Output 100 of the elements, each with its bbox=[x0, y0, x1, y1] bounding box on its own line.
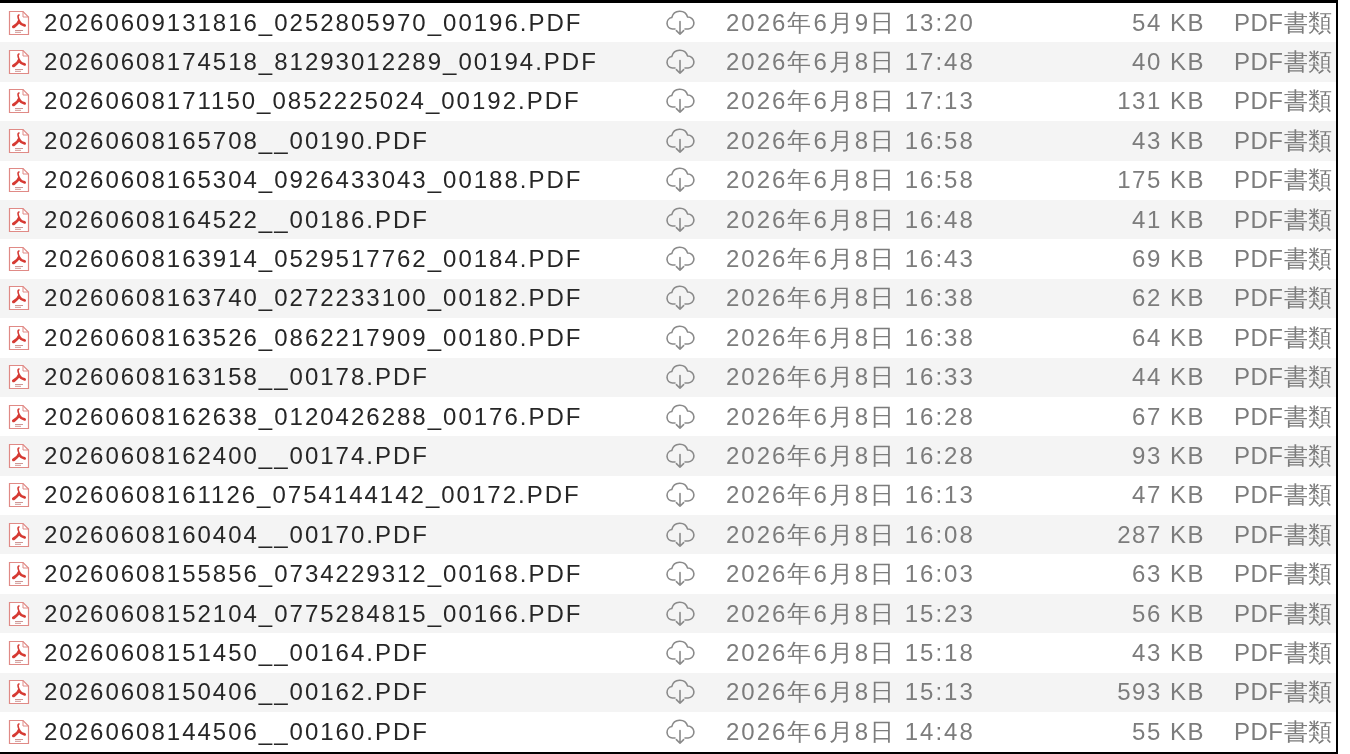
file-size: 44 KB bbox=[1132, 363, 1205, 392]
file-name: 20260608151450__00164.PDF bbox=[44, 638, 430, 667]
cloud-download-icon[interactable] bbox=[664, 324, 696, 351]
pdf-document-icon bbox=[8, 49, 30, 76]
file-size: 62 KB bbox=[1132, 284, 1205, 313]
file-name: 20260608163158__00178.PDF bbox=[44, 363, 430, 392]
cloud-download-icon[interactable] bbox=[664, 49, 696, 76]
file-name: 20260608162638_0120426288_00176.PDF bbox=[44, 402, 584, 431]
modified-date: 2026年6月8日 15:18 bbox=[726, 638, 976, 667]
file-name: 20260608165708__00190.PDF bbox=[44, 126, 430, 155]
file-name: 20260608161126_0754144142_00172.PDF bbox=[44, 481, 582, 510]
pdf-document-icon bbox=[8, 679, 30, 706]
file-size: 175 KB bbox=[1117, 166, 1205, 195]
pdf-document-icon bbox=[8, 324, 30, 351]
file-size: 593 KB bbox=[1117, 678, 1205, 707]
file-name: 20260608152104_0775284815_00166.PDF bbox=[44, 599, 584, 628]
pdf-document-icon bbox=[8, 88, 30, 115]
modified-date: 2026年6月8日 17:13 bbox=[726, 87, 976, 116]
modified-date: 2026年6月8日 16:48 bbox=[726, 205, 976, 234]
file-size: 93 KB bbox=[1132, 442, 1205, 470]
file-kind: PDF書類 bbox=[1234, 442, 1333, 470]
modified-date: 2026年6月8日 17:48 bbox=[726, 48, 976, 77]
pdf-document-icon bbox=[8, 482, 30, 509]
pdf-document-icon bbox=[8, 127, 30, 154]
pdf-document-icon bbox=[8, 561, 30, 588]
cloud-download-icon[interactable] bbox=[664, 364, 696, 391]
cloud-download-icon[interactable] bbox=[664, 206, 696, 233]
modified-date: 2026年6月8日 16:13 bbox=[726, 481, 976, 510]
file-kind: PDF書類 bbox=[1234, 8, 1333, 37]
file-name: 20260608174518_81293012289_00194.PDF bbox=[44, 48, 599, 77]
pdf-document-icon bbox=[8, 403, 30, 430]
pdf-document-icon bbox=[8, 600, 30, 627]
pdf-document-icon bbox=[8, 521, 30, 548]
cloud-download-icon[interactable] bbox=[664, 285, 696, 312]
file-size: 287 KB bbox=[1117, 520, 1205, 549]
file-name: 20260608165304_0926433043_00188.PDF bbox=[44, 166, 584, 195]
cloud-download-icon[interactable] bbox=[664, 639, 696, 666]
pdf-document-icon bbox=[8, 285, 30, 312]
file-kind: PDF書類 bbox=[1234, 560, 1333, 589]
modified-date: 2026年6月8日 16:08 bbox=[726, 520, 976, 549]
modified-date: 2026年6月8日 16:38 bbox=[726, 323, 976, 352]
file-name: 20260608144506__00160.PDF bbox=[44, 717, 430, 746]
file-size: 63 KB bbox=[1132, 560, 1205, 589]
file-name: 20260608150406__00162.PDF bbox=[44, 678, 430, 707]
file-name: 20260608163914_0529517762_00184.PDF bbox=[44, 245, 584, 274]
cloud-download-icon[interactable] bbox=[664, 443, 696, 469]
file-kind: PDF書類 bbox=[1234, 205, 1333, 234]
modified-date: 2026年6月9日 13:20 bbox=[726, 8, 976, 37]
file-kind: PDF書類 bbox=[1234, 599, 1333, 628]
file-kind: PDF書類 bbox=[1234, 323, 1333, 352]
modified-date: 2026年6月8日 16:58 bbox=[726, 126, 976, 155]
file-kind: PDF書類 bbox=[1234, 717, 1333, 746]
file-kind: PDF書類 bbox=[1234, 481, 1333, 510]
cloud-download-icon[interactable] bbox=[664, 9, 696, 36]
pdf-document-icon bbox=[8, 639, 30, 666]
file-name: 20260608160404__00170.PDF bbox=[44, 520, 430, 549]
file-name: 20260608163526_0862217909_00180.PDF bbox=[44, 323, 584, 352]
cloud-download-icon[interactable] bbox=[664, 127, 696, 154]
file-kind: PDF書類 bbox=[1234, 245, 1333, 274]
cloud-download-icon[interactable] bbox=[664, 521, 696, 548]
modified-date: 2026年6月8日 15:13 bbox=[726, 678, 976, 707]
file-size: 43 KB bbox=[1132, 638, 1205, 667]
file-name: 20260608162400__00174.PDF bbox=[44, 442, 430, 470]
cloud-download-icon[interactable] bbox=[664, 718, 696, 745]
modified-date: 2026年6月8日 15:23 bbox=[726, 599, 976, 628]
file-name: 20260608171150_0852225024_00192.PDF bbox=[44, 87, 582, 116]
modified-date: 2026年6月8日 16:58 bbox=[726, 166, 976, 195]
file-name: 20260608163740_0272233100_00182.PDF bbox=[44, 284, 584, 313]
cloud-download-icon[interactable] bbox=[664, 561, 696, 588]
file-kind: PDF書類 bbox=[1234, 48, 1333, 77]
cloud-download-icon[interactable] bbox=[664, 600, 696, 627]
file-size: 56 KB bbox=[1132, 599, 1205, 628]
file-kind: PDF書類 bbox=[1234, 284, 1333, 313]
modified-date: 2026年6月8日 16:28 bbox=[726, 402, 976, 431]
cloud-download-icon[interactable] bbox=[664, 246, 696, 273]
file-kind: PDF書類 bbox=[1234, 166, 1333, 195]
pdf-document-icon bbox=[8, 246, 30, 273]
cloud-download-icon[interactable] bbox=[664, 482, 696, 509]
file-size: 41 KB bbox=[1132, 205, 1205, 234]
cloud-download-icon[interactable] bbox=[664, 167, 696, 194]
file-size: 43 KB bbox=[1132, 126, 1205, 155]
file-kind: PDF書類 bbox=[1234, 87, 1333, 116]
modified-date: 2026年6月8日 14:48 bbox=[726, 717, 976, 746]
cloud-download-icon[interactable] bbox=[664, 88, 696, 115]
file-size: 47 KB bbox=[1132, 481, 1205, 510]
file-size: 69 KB bbox=[1132, 245, 1205, 274]
file-kind: PDF書類 bbox=[1234, 638, 1333, 667]
cloud-download-icon[interactable] bbox=[664, 679, 696, 706]
pdf-document-icon bbox=[8, 206, 30, 233]
file-name: 20260608164522__00186.PDF bbox=[44, 205, 430, 234]
file-kind: PDF書類 bbox=[1234, 363, 1333, 392]
file-size: 40 KB bbox=[1132, 48, 1205, 77]
file-size: 64 KB bbox=[1132, 323, 1205, 352]
file-kind: PDF書類 bbox=[1234, 520, 1333, 549]
file-kind: PDF書類 bbox=[1234, 678, 1333, 707]
file-size: 131 KB bbox=[1117, 87, 1205, 116]
pdf-document-icon bbox=[8, 167, 30, 194]
modified-date: 2026年6月8日 16:03 bbox=[726, 560, 976, 589]
file-size: 54 KB bbox=[1132, 8, 1205, 37]
cloud-download-icon[interactable] bbox=[664, 403, 696, 430]
